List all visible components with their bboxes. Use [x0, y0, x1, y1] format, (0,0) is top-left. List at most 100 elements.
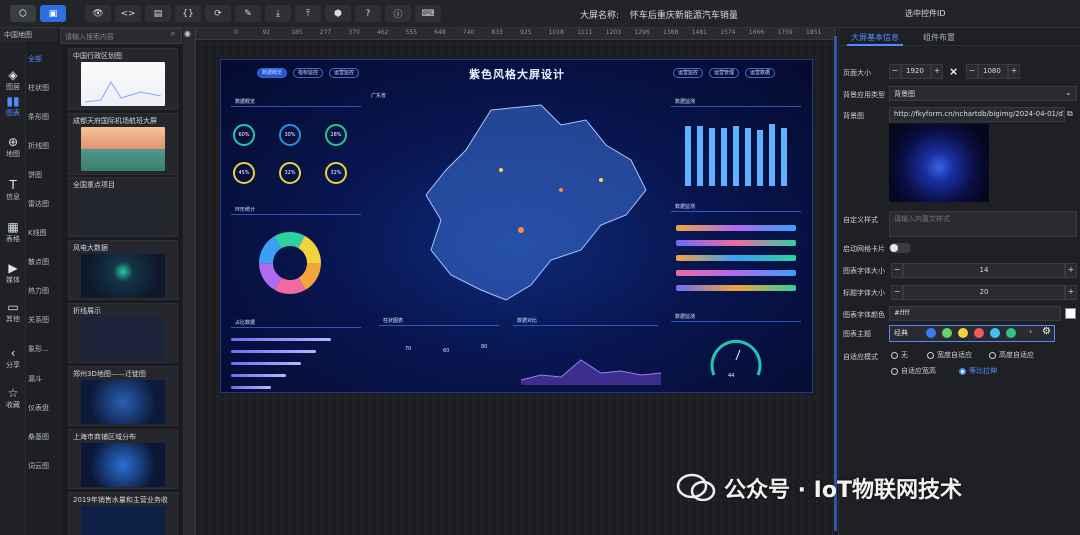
chevron-down-icon[interactable]: ⌄ [1065, 88, 1072, 97]
dashboard-preview[interactable]: 紫色风格大屏设计 数据概览 指标监控 运营监控 运营监控 运营管理 运营数据 数… [220, 59, 813, 393]
theme-swatch [1006, 328, 1016, 338]
category-item[interactable]: 象形... [28, 344, 62, 354]
province-map[interactable] [411, 100, 671, 310]
custom-style-textarea[interactable]: 请输入内置文样式 [889, 211, 1077, 237]
template-card[interactable]: 郑州3D地图——迁徙图 [68, 366, 178, 426]
template-card[interactable]: 折线展示 [68, 303, 178, 363]
category-item[interactable]: 漏斗 [28, 374, 62, 384]
dashboard-tab[interactable]: 数据概览 [257, 68, 287, 78]
chart-font-size-input[interactable]: 14 [903, 263, 1065, 278]
height-input[interactable]: 1080 [978, 64, 1008, 79]
radio-height[interactable] [989, 352, 996, 359]
category-item[interactable]: 桑基图 [28, 432, 62, 442]
category-item[interactable]: 柱状图 [28, 83, 62, 93]
category-item[interactable]: 雷达图 [28, 199, 62, 209]
progress-bar [231, 362, 301, 365]
title-font-increment-button[interactable]: + [1065, 285, 1077, 300]
3d-icon[interactable]: ⬢ [325, 5, 351, 22]
category-item[interactable]: K线图 [28, 228, 62, 238]
chart-font-increment-button[interactable]: + [1065, 263, 1077, 278]
preview-eye-icon[interactable]: 👁 [85, 5, 111, 22]
template-card[interactable]: 2019年销售水量和主营业务收 [68, 492, 178, 535]
screen-name-value[interactable]: 怀车后重庆新能源汽车销量 [630, 11, 738, 21]
export-icon[interactable]: ⤒ [295, 5, 321, 22]
template-thumbnail [81, 62, 165, 106]
nav-item-table[interactable]: ▦ 表格 [0, 220, 26, 244]
cube-view-button[interactable]: ⬡ [10, 5, 36, 22]
chart-font-color-input[interactable]: #ffff [889, 306, 1061, 321]
category-item[interactable]: 全部 [28, 54, 62, 64]
color-swatch[interactable] [1065, 308, 1076, 319]
template-card[interactable]: 风电大数据 [68, 240, 178, 300]
search-input[interactable]: 请输入搜索内容 [60, 28, 182, 44]
import-icon[interactable]: ⤓ [265, 5, 291, 22]
width-decrement-button[interactable]: − [889, 64, 901, 79]
category-item[interactable]: 热力图 [28, 286, 62, 296]
template-card[interactable]: 中国行政区划图 [68, 48, 178, 110]
radio-none[interactable] [891, 352, 898, 359]
chart-font-decrement-button[interactable]: − [891, 263, 903, 278]
nav-item-favorite[interactable]: ☆ 收藏 [0, 386, 26, 410]
code-icon[interactable]: <> [115, 5, 141, 22]
braces-icon[interactable]: {} [175, 5, 201, 22]
template-card[interactable]: 全国重点项目 [68, 177, 178, 237]
save-icon[interactable]: ▤ [145, 5, 171, 22]
dashboard-tab[interactable]: 运营管理 [709, 68, 739, 78]
dashboard-tab[interactable]: 运营数据 [745, 68, 775, 78]
search-icon[interactable]: ⌕ [166, 29, 180, 43]
settings-gear-icon[interactable]: ⚙ [1042, 326, 1051, 337]
category-item[interactable]: 饼图 [28, 170, 62, 180]
title-font-size-input[interactable]: 20 [903, 285, 1065, 300]
eye-icon[interactable]: ◉ [184, 29, 191, 38]
help-icon[interactable]: ? [355, 5, 381, 22]
height-decrement-button[interactable]: − [966, 64, 978, 79]
nav-item-other[interactable]: ▭ 其他 [0, 300, 26, 324]
category-item[interactable]: 关系图 [28, 315, 62, 325]
theme-swatch [990, 328, 1000, 338]
theme-swatch [926, 328, 936, 338]
stacked-bar [676, 285, 796, 291]
copy-icon[interactable]: ⧉ [1067, 109, 1073, 119]
bg-image-url-input[interactable]: http://fkyform.cn/nchartdb/bigimg/2024-0… [889, 107, 1065, 122]
template-card[interactable]: 上海市商铺区域分布 [68, 429, 178, 489]
nav-item-chart[interactable]: ▮▮ 图表 [0, 94, 26, 118]
radio-width[interactable] [927, 352, 934, 359]
category-item[interactable]: 条形图 [28, 112, 62, 122]
tab-screen-info[interactable]: 大屏基本信息 [851, 32, 899, 43]
grid-toggle[interactable] [889, 243, 911, 253]
tab-component-layout[interactable]: 组件布置 [923, 32, 955, 43]
chevron-right-icon[interactable]: › [1029, 327, 1032, 336]
nav-item-share[interactable]: ‹ 分享 [0, 346, 26, 370]
clean-icon[interactable]: ✎ [235, 5, 261, 22]
dashboard-tab[interactable]: 指标监控 [293, 68, 323, 78]
keyboard-icon[interactable]: ⌨ [415, 5, 441, 22]
radio-both[interactable] [891, 368, 898, 375]
panel-toggle-button[interactable]: ▣ [40, 5, 66, 22]
dashboard-tab[interactable]: 运营监控 [329, 68, 359, 78]
layers-icon: ◈ [8, 68, 18, 82]
nav-item-map[interactable]: ⊕ 地图 [0, 135, 26, 159]
template-thumbnail [81, 191, 165, 235]
template-card[interactable]: 成都天府国际机场航班大屏 [68, 113, 178, 175]
info-icon[interactable]: ⓘ [385, 5, 411, 22]
height-increment-button[interactable]: + [1008, 64, 1020, 79]
category-item[interactable]: 词云图 [28, 461, 62, 471]
ruler-tick: 462 [377, 29, 389, 36]
category-item[interactable]: 仪表盘 [28, 403, 62, 413]
radio-stretch[interactable] [959, 368, 966, 375]
category-item[interactable]: 折线图 [28, 141, 62, 151]
refresh-icon[interactable]: ⟳ [205, 5, 231, 22]
nav-item-layers[interactable]: ◈ 图层 [0, 68, 26, 92]
bg-image-preview[interactable] [889, 124, 989, 202]
vertical-scrollbar[interactable] [834, 36, 837, 531]
nav-item-media[interactable]: ▶ 媒体 [0, 261, 26, 285]
title-font-decrement-button[interactable]: − [891, 285, 903, 300]
percent-ring: 32% [279, 162, 301, 184]
category-item[interactable]: 散点图 [28, 257, 62, 267]
width-input[interactable]: 1920 [901, 64, 931, 79]
width-increment-button[interactable]: + [931, 64, 943, 79]
ruler-tick: 648 [434, 29, 446, 36]
dashboard-tab[interactable]: 运营监控 [673, 68, 703, 78]
nav-item-text[interactable]: T 信息 [0, 178, 26, 202]
bg-type-select[interactable]: 背景图 [889, 86, 1077, 101]
